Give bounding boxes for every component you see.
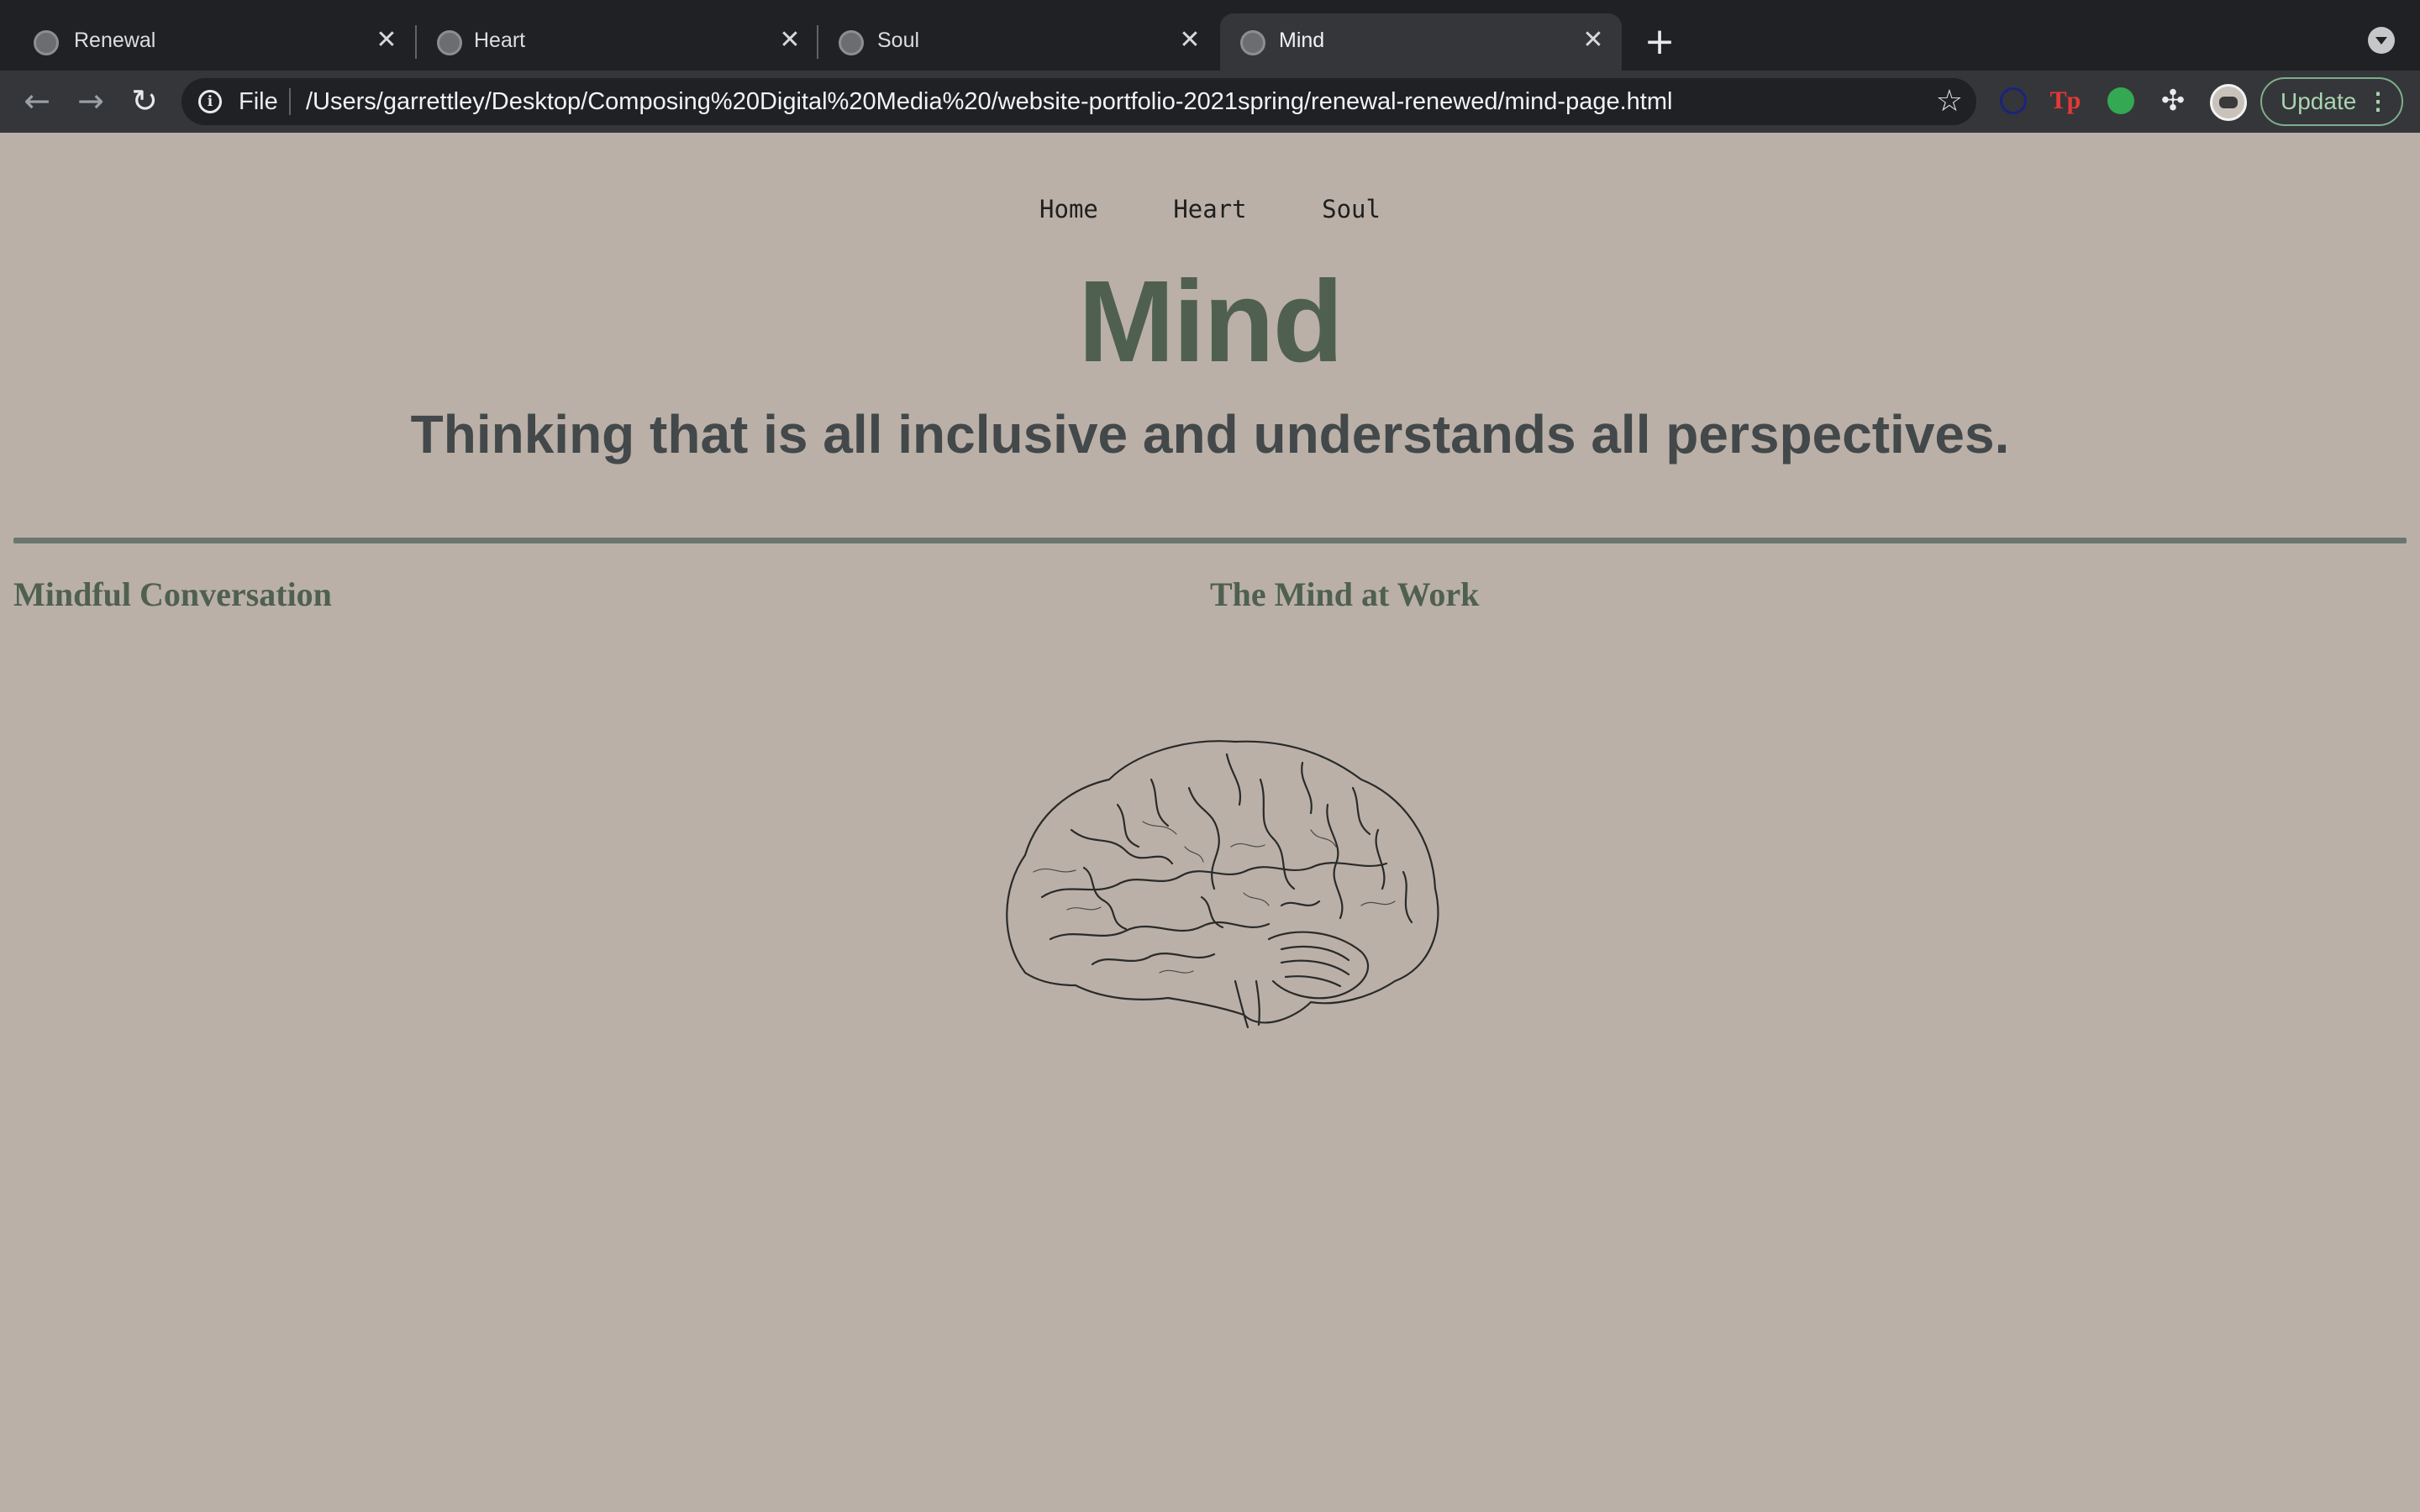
globe-icon <box>437 30 462 55</box>
reload-icon[interactable]: ↻ <box>126 82 163 119</box>
globe-icon <box>1240 30 1265 55</box>
update-button[interactable]: Update ⋮ <box>2260 77 2403 126</box>
tab-title: Mind <box>1279 29 1325 52</box>
browser-tab-strip: Renewal ✕ Heart ✕ Soul ✕ Mind ✕ + <box>0 0 2420 71</box>
close-icon[interactable]: ✕ <box>775 24 805 57</box>
extensions-puzzle-icon[interactable]: ✣ <box>2154 82 2191 119</box>
tab-title: Renewal <box>74 29 156 52</box>
nav-link-heart[interactable]: Heart <box>1173 195 1246 223</box>
profile-avatar[interactable] <box>2210 84 2247 121</box>
page-viewport: Home Heart Soul Mind Thinking that is al… <box>0 133 2420 1512</box>
tab-title: Heart <box>474 29 526 52</box>
tab-heart[interactable]: Heart ✕ <box>417 13 818 71</box>
bookmark-star-icon[interactable]: ☆ <box>1936 83 1963 120</box>
extension-circle-icon[interactable] <box>2000 87 2027 114</box>
page-title: Mind <box>1078 257 1344 386</box>
nav-link-home[interactable]: Home <box>1039 195 1098 223</box>
address-bar[interactable]: i File /Users/garrettley/Desktop/Composi… <box>182 78 1976 125</box>
brain-sketch-image <box>1006 740 1439 1029</box>
close-icon[interactable]: ✕ <box>371 24 402 57</box>
section-heading-mind-at-work: The Mind at Work <box>1210 575 1480 613</box>
section-heading-mindful-conversation: Mindful Conversation <box>13 575 332 613</box>
update-label: Update <box>2281 88 2357 114</box>
site-nav: Home Heart Soul <box>0 195 2420 223</box>
more-menu-icon[interactable]: ⋮ <box>2366 79 2390 124</box>
back-arrow-icon[interactable]: ← <box>18 82 55 119</box>
extension-tp-icon[interactable]: Tp <box>2047 82 2084 119</box>
globe-icon <box>839 30 864 55</box>
globe-icon <box>34 30 59 55</box>
tab-title: Soul <box>877 29 920 52</box>
url-text[interactable]: /Users/garrettley/Desktop/Composing%20Di… <box>306 88 1672 116</box>
close-icon[interactable]: ✕ <box>1175 24 1205 57</box>
info-icon[interactable]: i <box>198 90 222 113</box>
extension-green-icon[interactable] <box>2107 87 2134 114</box>
tab-renewal[interactable]: Renewal ✕ <box>0 13 415 71</box>
forward-arrow-icon[interactable]: → <box>72 82 109 119</box>
scheme-label: File <box>239 88 278 115</box>
page-subtitle: Thinking that is all inclusive and under… <box>410 404 2010 465</box>
new-tab-button[interactable]: + <box>1639 17 1680 67</box>
address-divider <box>289 88 291 115</box>
tab-search-icon[interactable] <box>2368 27 2395 54</box>
nav-link-soul[interactable]: Soul <box>1322 195 1381 223</box>
browser-toolbar: ← → ↻ i File /Users/garrettley/Desktop/C… <box>0 71 2420 133</box>
close-icon[interactable]: ✕ <box>1578 24 1608 57</box>
tab-soul[interactable]: Soul ✕ <box>818 13 1218 71</box>
horizontal-rule <box>13 538 2407 543</box>
tab-mind[interactable]: Mind ✕ <box>1220 13 1622 71</box>
